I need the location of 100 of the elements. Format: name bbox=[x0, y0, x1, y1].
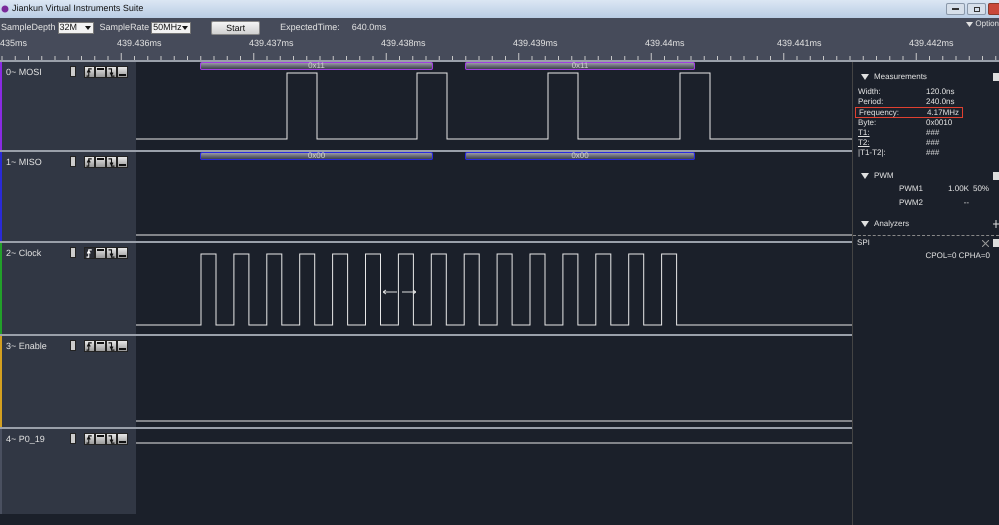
channel-menu-button[interactable] bbox=[70, 247, 76, 258]
rising-edge-trigger-button[interactable] bbox=[84, 433, 95, 445]
sample-rate-label: SampleRate bbox=[100, 21, 150, 34]
analyzer-name: SPI bbox=[857, 237, 870, 249]
channel-name: 4~ P0_19 bbox=[6, 433, 46, 446]
low-edge-trigger-button[interactable] bbox=[117, 247, 128, 259]
dropdown-caret-icon bbox=[84, 26, 91, 30]
section-title: Analyzers bbox=[874, 218, 910, 230]
low-edge-icon bbox=[119, 348, 126, 350]
falling-edge-icon bbox=[107, 434, 116, 444]
falling-edge-trigger-button[interactable] bbox=[106, 247, 117, 259]
high-edge-icon bbox=[97, 68, 104, 70]
channel-menu-button[interactable] bbox=[70, 433, 76, 444]
channel-name: 2~ Clock bbox=[6, 247, 42, 260]
rising-edge-trigger-button[interactable] bbox=[84, 247, 95, 259]
channel-name: 0~ MOSI bbox=[6, 66, 43, 79]
rising-edge-icon bbox=[85, 66, 94, 78]
minimize-button[interactable] bbox=[946, 3, 965, 15]
measurement-value: 4.17MHz bbox=[927, 106, 960, 118]
falling-edge-icon bbox=[107, 248, 116, 258]
caret-icon[interactable] bbox=[861, 74, 869, 80]
channel-menu-button[interactable] bbox=[70, 340, 76, 351]
channel-menu-button[interactable] bbox=[70, 66, 76, 77]
falling-edge-icon bbox=[107, 156, 116, 168]
start-button[interactable]: Start bbox=[211, 21, 260, 35]
ruler-label: 439.439ms bbox=[513, 37, 559, 50]
rising-edge-trigger-button[interactable] bbox=[84, 340, 95, 352]
app-logo-icon bbox=[1, 4, 9, 14]
pwm-name: PWM1 bbox=[899, 183, 924, 195]
caret-icon[interactable] bbox=[861, 173, 869, 179]
falling-edge-icon bbox=[107, 66, 116, 78]
high-edge-icon bbox=[97, 435, 104, 437]
pwm-frequency: -- bbox=[962, 197, 969, 209]
falling-edge-trigger-button[interactable] bbox=[106, 156, 117, 168]
close-icon[interactable] bbox=[982, 240, 989, 246]
high-edge-trigger-button[interactable] bbox=[95, 156, 106, 168]
measurement-label: |T1-T2|: bbox=[858, 147, 887, 159]
sample-depth-select[interactable]: 32M bbox=[58, 22, 94, 34]
rising-edge-trigger-button[interactable] bbox=[84, 66, 95, 78]
high-edge-trigger-button[interactable] bbox=[95, 247, 106, 259]
low-edge-icon bbox=[119, 164, 126, 166]
measurement-label: T1: bbox=[858, 127, 871, 139]
low-edge-icon bbox=[119, 255, 126, 257]
low-edge-icon bbox=[119, 441, 126, 443]
rising-edge-icon bbox=[85, 248, 94, 258]
rising-edge-icon bbox=[85, 340, 94, 352]
channel-menu-button[interactable] bbox=[70, 156, 76, 167]
pwm-name: PWM2 bbox=[899, 197, 924, 209]
ruler-label: 439.442ms bbox=[909, 37, 955, 50]
section-title: Measurements bbox=[874, 71, 927, 83]
analyzer-settings: CPOL=0 CPHA=0 bbox=[926, 250, 990, 262]
caret-icon bbox=[966, 22, 974, 26]
falling-edge-trigger-button[interactable] bbox=[106, 340, 117, 352]
dropdown-caret-icon bbox=[182, 26, 188, 30]
pwm-duty: 50% bbox=[973, 183, 990, 195]
add-icon[interactable] bbox=[993, 220, 999, 228]
width-measure-arrow-icon bbox=[383, 289, 416, 295]
channel-name: 1~ MISO bbox=[6, 156, 43, 169]
measurement-value: ### bbox=[926, 147, 940, 159]
restore-button[interactable] bbox=[967, 3, 986, 15]
measurement-label: Byte: bbox=[858, 117, 878, 129]
high-edge-trigger-button[interactable] bbox=[95, 340, 106, 352]
decoded-byte-bar: 0x00 bbox=[465, 152, 695, 160]
low-edge-trigger-button[interactable] bbox=[117, 340, 128, 352]
low-edge-icon bbox=[119, 74, 126, 76]
high-edge-icon bbox=[97, 158, 104, 160]
falling-edge-trigger-button[interactable] bbox=[106, 433, 117, 445]
decoded-byte-bar: 0x11 bbox=[200, 62, 433, 70]
measurement-label: Period: bbox=[858, 96, 884, 108]
ruler-label: 439.441ms bbox=[777, 37, 823, 50]
ruler-label: 435ms bbox=[0, 37, 28, 50]
rising-edge-trigger-button[interactable] bbox=[84, 156, 95, 168]
ruler-label: 439.438ms bbox=[381, 37, 427, 50]
expected-time-value: 640.0ms bbox=[352, 21, 386, 34]
measurement-value: 240.0ns bbox=[926, 96, 954, 108]
sample-rate-select[interactable]: 50MHz bbox=[151, 22, 192, 34]
caret-icon[interactable] bbox=[861, 221, 869, 227]
high-edge-trigger-button[interactable] bbox=[95, 433, 106, 445]
low-edge-trigger-button[interactable] bbox=[117, 156, 128, 168]
measurement-value: ### bbox=[926, 127, 940, 139]
decoded-byte-bar: 0x11 bbox=[465, 62, 695, 70]
low-edge-trigger-button[interactable] bbox=[117, 66, 128, 78]
measurement-value: 0x0010 bbox=[926, 117, 952, 129]
measurement-label: T2: bbox=[858, 137, 871, 149]
options-button[interactable]: Option bbox=[966, 18, 999, 30]
measurement-label: Frequency: bbox=[859, 106, 900, 118]
section-title: PWM bbox=[874, 170, 894, 182]
measurement-label: Width: bbox=[858, 86, 882, 98]
expected-time-label: ExpectedTime: bbox=[280, 21, 340, 34]
ruler-label: 439.44ms bbox=[645, 37, 686, 50]
rising-edge-icon bbox=[85, 434, 94, 444]
ruler-label: 439.437ms bbox=[249, 37, 295, 50]
ruler-label: 439.436ms bbox=[117, 37, 163, 50]
high-edge-trigger-button[interactable] bbox=[95, 66, 106, 78]
measurement-value: 120.0ns bbox=[926, 86, 954, 98]
low-edge-trigger-button[interactable] bbox=[117, 433, 128, 445]
falling-edge-trigger-button[interactable] bbox=[106, 66, 117, 78]
high-edge-icon bbox=[97, 342, 104, 344]
pwm-frequency: 1.00K bbox=[947, 183, 969, 195]
high-edge-icon bbox=[97, 249, 104, 251]
